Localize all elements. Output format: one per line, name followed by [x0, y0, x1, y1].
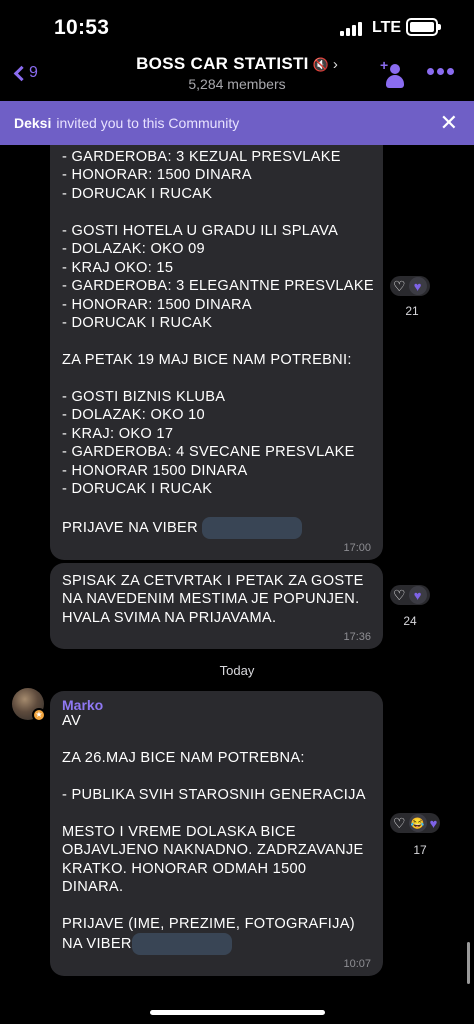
message-bubble[interactable]: Marko AV ZA 26.MAJ BICE NAM POTREBNA: - … — [50, 691, 383, 976]
message-text: - GARDEROBA: 3 KEZUAL PRESVLAKE - HONORA… — [62, 149, 374, 498]
reaction-count: 17 — [413, 843, 427, 857]
message-time: 10:07 — [343, 958, 371, 970]
inviter-name: Deksi — [14, 115, 52, 131]
add-member-button[interactable]: + — [380, 57, 410, 90]
message-text-footer: PRIJAVE NA VIBER — [62, 516, 371, 539]
sender-name[interactable]: Marko — [62, 697, 371, 713]
mute-icon: 🔇 — [312, 57, 329, 72]
chat-header: 9 BOSS CAR STATISTI 🔇 › 5,284 members + — [0, 52, 474, 100]
date-separator: Today — [219, 663, 255, 678]
message-text: SPISAK ZA CETVRTAK I PETAK ZA GOSTE NA N… — [62, 573, 364, 626]
message-list[interactable]: - GARDEROBA: 3 KEZUAL PRESVLAKE - HONORA… — [0, 145, 474, 1024]
redacted-contact — [202, 516, 303, 539]
message-text-footer: NA VIBER — [62, 933, 371, 956]
more-icon[interactable] — [427, 68, 454, 75]
laugh-reaction-icon[interactable]: 😂 — [408, 814, 427, 832]
reaction-count: 21 — [405, 304, 419, 318]
heart-outline-icon[interactable]: ♡ — [393, 279, 406, 293]
heart-reaction-icon[interactable]: ♥ — [430, 817, 438, 830]
plus-icon: + — [380, 57, 389, 73]
invite-text: invited you to this Community — [56, 115, 240, 131]
close-icon[interactable]: ✕ — [440, 110, 458, 136]
message-time: 17:36 — [343, 631, 371, 643]
message-text: AV ZA 26.MAJ BICE NAM POTREBNA: - PUBLIK… — [62, 713, 366, 932]
network-label: LTE — [372, 19, 402, 36]
heart-reaction-icon[interactable]: ♥ — [408, 277, 427, 295]
signal-icon — [340, 20, 364, 36]
message-bubble[interactable]: SPISAK ZA CETVRTAK I PETAK ZA GOSTE NA N… — [50, 563, 383, 649]
scrollbar[interactable] — [467, 942, 470, 984]
home-indicator[interactable] — [150, 1010, 325, 1015]
chat-title: BOSS CAR STATISTI — [136, 54, 309, 73]
chevron-right-icon: › — [332, 56, 338, 73]
heart-reaction-icon[interactable]: ♥ — [408, 586, 427, 604]
reactions[interactable]: ♡ ♥ — [390, 276, 430, 296]
reactions[interactable]: ♡ ♥ — [390, 585, 430, 605]
reactions[interactable]: ♡ 😂 ♥ — [390, 813, 441, 833]
star-badge-icon: ★ — [32, 708, 46, 722]
message-last-line: NA VIBER — [62, 936, 132, 953]
invite-banner[interactable]: Deksi invited you to this Community ✕ — [0, 101, 474, 145]
message-last-line: PRIJAVE NA VIBER — [62, 519, 198, 536]
battery-icon — [406, 18, 441, 36]
reaction-count: 24 — [403, 614, 417, 628]
status-time: 10:53 — [54, 16, 110, 39]
message-time: 17:00 — [343, 542, 371, 554]
status-bar: 10:53 LTE — [0, 0, 474, 52]
heart-outline-icon[interactable]: ♡ — [393, 816, 406, 830]
heart-outline-icon[interactable]: ♡ — [393, 588, 406, 602]
avatar[interactable]: ★ — [12, 688, 46, 722]
message-bubble[interactable]: - GARDEROBA: 3 KEZUAL PRESVLAKE - HONORA… — [50, 145, 383, 560]
redacted-contact — [131, 933, 232, 956]
